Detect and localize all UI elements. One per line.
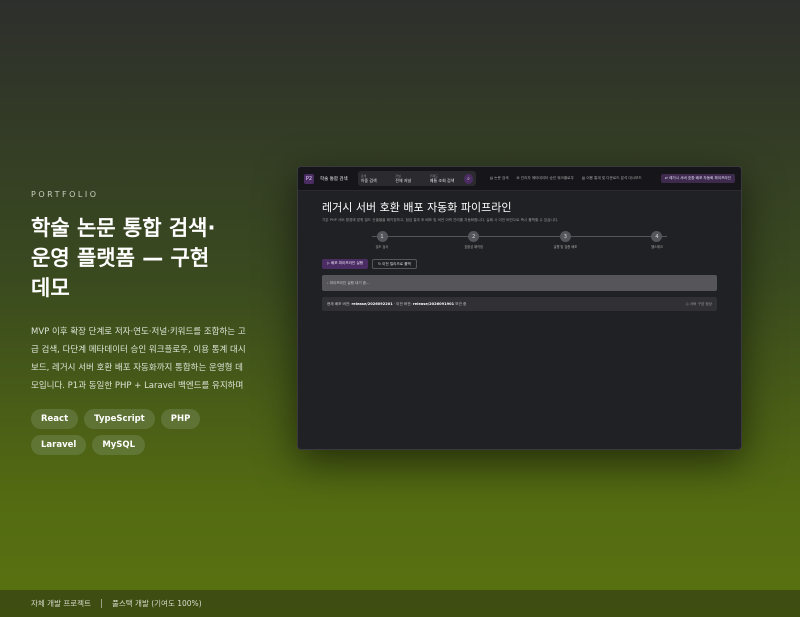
- step-label: 실행 및 검증 배포: [553, 245, 578, 249]
- footer-project-type: 자체 개발 프로젝트: [31, 599, 91, 608]
- search-bar[interactable]: 검색 이중 검색 저널 전체 저널 키워드 예통 조회 검색 ⌕: [357, 171, 476, 186]
- keyword-field-value: 예통 조회 검색: [429, 177, 455, 183]
- app-topbar: P2 학술 통합 검색 검색 이중 검색 저널 전체 저널 키워드 예통 조회 …: [298, 167, 741, 191]
- nav-item-search[interactable]: ▤ 논문 검색: [490, 176, 509, 181]
- run-pipeline-button[interactable]: ▷ 배포 파이프라인 실행: [322, 259, 368, 269]
- tech-tag: React: [31, 409, 79, 429]
- step-number: 1: [376, 231, 388, 242]
- title-line: 학술 논문 통합 검색·: [31, 216, 216, 240]
- status-mid: · 이전 버전:: [393, 301, 412, 306]
- step-label: 호환성 패키징: [464, 245, 483, 249]
- journal-field-value: 전체 저널: [395, 177, 412, 183]
- search-field-value: 이중 검색: [360, 177, 377, 183]
- title-line: 데모: [31, 276, 70, 300]
- pipeline-actions: ▷ 배포 파이프라인 실행 ↻ 이전 릴리즈로 롤백: [322, 259, 717, 269]
- top-nav: ▤ 논문 검색 ⊞ 관리자 메타데이터 승인 워크플로우 ▥ 이용 통계 및 다…: [490, 176, 642, 181]
- journal-field[interactable]: 저널 전체 저널: [395, 174, 424, 184]
- project-description: MVP 이후 확장 단계로 저자·연도·저널·키워드를 조합하는 고급 검색, …: [31, 327, 246, 391]
- nav-item-stats[interactable]: ▥ 이용 통계 및 다운로드 분석 대시보드: [582, 176, 642, 181]
- footer-divider: [100, 599, 102, 608]
- server-status-badge: ◎ 서버 구성 정상: [685, 301, 712, 306]
- rollback-button[interactable]: ↻ 이전 릴리즈로 롤백: [371, 259, 417, 269]
- tech-tags: React TypeScript PHP Laravel MySQL: [31, 409, 246, 455]
- steps-connector: [372, 236, 667, 237]
- footer: 자체 개발 프로젝트 풀스택 개발 (기여도 100%): [0, 590, 800, 617]
- pipeline-step: 4 헬스체크: [637, 231, 677, 249]
- search-field[interactable]: 검색 이중 검색: [361, 174, 390, 184]
- pipeline-step: 3 실행 및 검증 배포: [545, 231, 585, 249]
- search-icon[interactable]: ⌕: [464, 173, 473, 184]
- status-prefix: 현재 배포 버전:: [327, 301, 351, 306]
- step-label: 빌드 검사: [375, 245, 389, 249]
- pipeline-step: 2 호환성 패키징: [454, 231, 494, 249]
- tech-tag: Laravel: [31, 435, 87, 455]
- page-title: 학술 논문 통합 검색· 운영 플랫폼 — 구현 데모: [31, 213, 261, 303]
- eyebrow-label: PORTFOLIO: [31, 190, 99, 199]
- pipeline-step: 1 빌드 검사: [362, 231, 402, 249]
- deploy-status: 현재 배포 버전: release/2026092201 · 이전 버전: re…: [322, 297, 717, 311]
- nav-item-deploy[interactable]: ⇄ 레거시 서버 호환 배포 자동화 파이프라인: [660, 174, 735, 183]
- step-number: 2: [468, 231, 480, 242]
- previous-release: release/2026091901: [412, 302, 455, 306]
- pipeline-steps: 1 빌드 검사 2 호환성 패키징 3 실행 및 검증 배포 4 헬스체크: [322, 231, 717, 249]
- title-line: 운영 플랫폼 — 구현: [31, 246, 210, 270]
- step-number: 3: [559, 231, 571, 242]
- status-suffix: 보관 중: [455, 301, 467, 306]
- hero-section: PORTFOLIO 학술 논문 통합 검색· 운영 플랫폼 — 구현 데모 MV…: [31, 190, 261, 455]
- pipeline-title: 레거시 서버 호환 배포 자동화 파이프라인: [322, 201, 512, 214]
- footer-role: 풀스택 개발 (기여도 100%): [111, 599, 202, 608]
- app-mockup: P2 학술 통합 검색 검색 이중 검색 저널 전체 저널 키워드 예통 조회 …: [297, 166, 742, 450]
- main-content: 레거시 서버 호환 배포 자동화 파이프라인 기존 PHP 서버 환경에 맞춰 …: [298, 191, 741, 319]
- step-number: 4: [651, 231, 663, 242]
- nav-item-workflow[interactable]: ⊞ 관리자 메타데이터 승인 워크플로우: [517, 176, 574, 181]
- app-logo-icon: P2: [304, 173, 314, 184]
- pipeline-subtitle: 기존 PHP 서버 환경에 맞춰 빌드 산출물을 패키징하고, 점검 결과 후 …: [322, 218, 559, 222]
- pipeline-log: › 파이프라인 실행 대기 중...: [322, 275, 717, 291]
- current-release: release/2026092201: [351, 302, 393, 306]
- step-label: 헬스체크: [651, 245, 663, 249]
- tech-tag: MySQL: [92, 435, 146, 455]
- keyword-field[interactable]: 키워드 예통 조회 검색: [430, 174, 459, 184]
- tech-tag: PHP: [160, 409, 201, 429]
- tech-tag: TypeScript: [84, 409, 155, 429]
- app-name: 학술 통합 검색: [320, 176, 348, 182]
